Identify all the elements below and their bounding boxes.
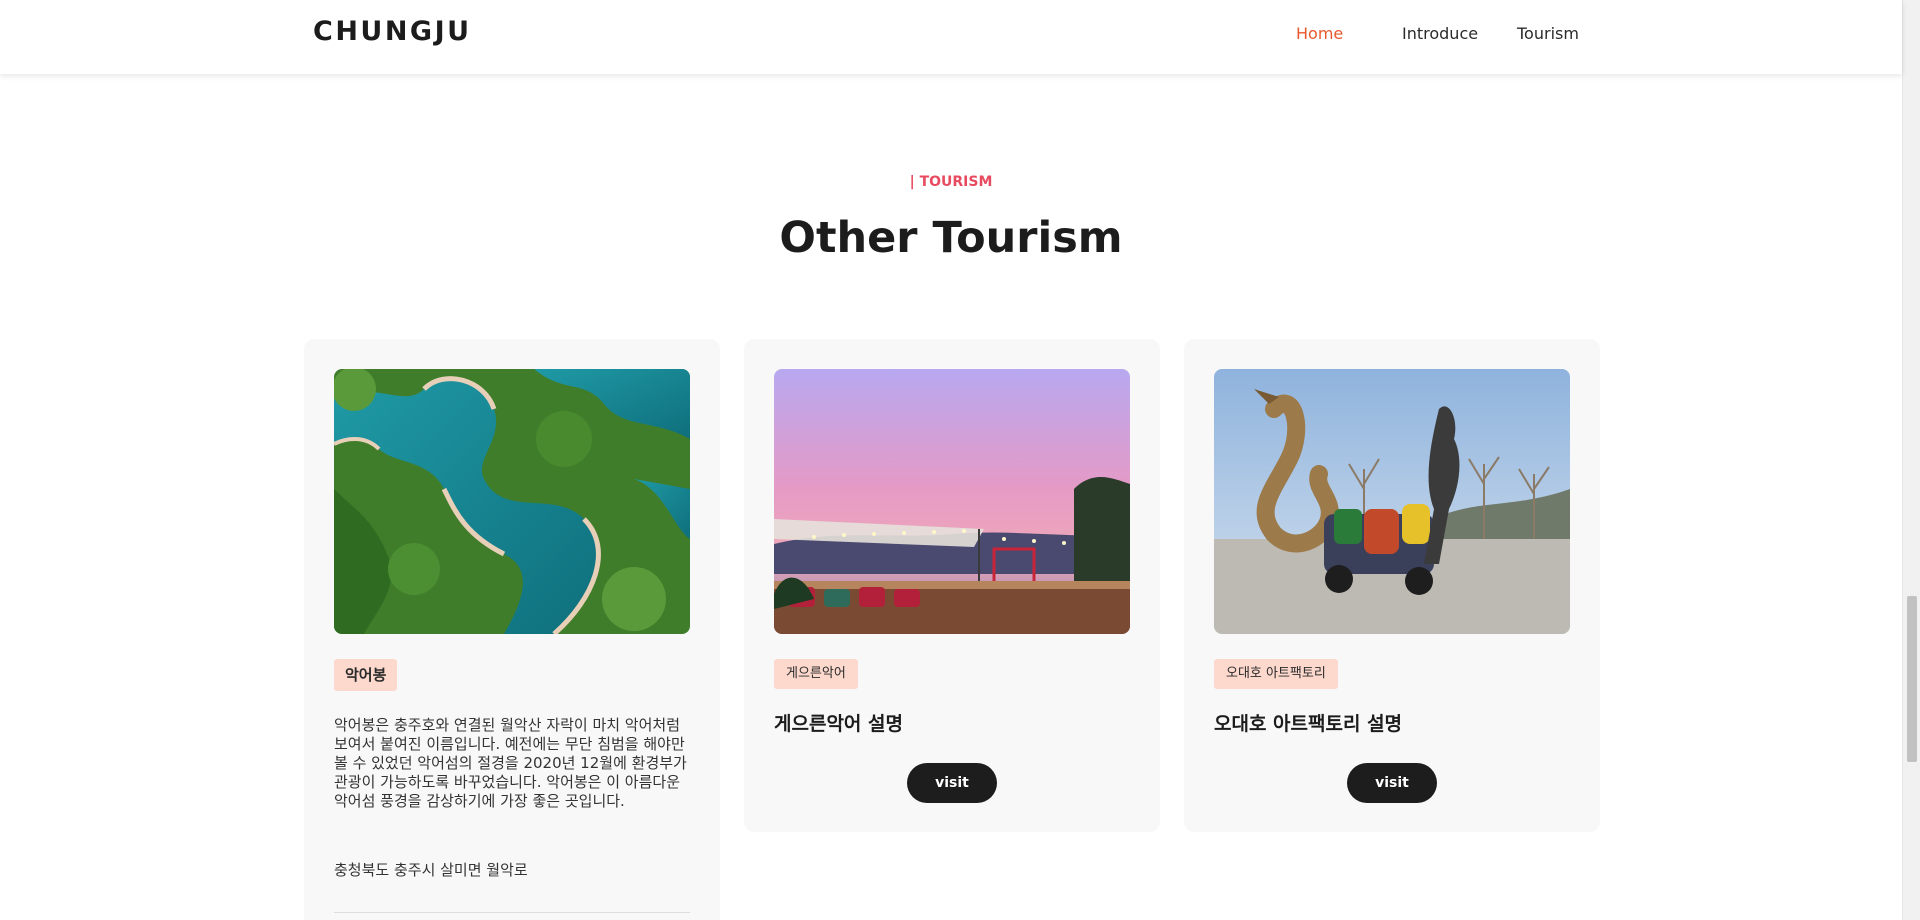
tourism-card: 게으른악어 게으른악어 설명 visit xyxy=(744,339,1160,832)
card-title: 오대호 아트팩토리 설명 xyxy=(1214,713,1403,735)
card-image xyxy=(774,369,1130,634)
card-tag: 오대호 아트팩토리 xyxy=(1214,659,1338,689)
site-logo[interactable]: CHUNGJU xyxy=(313,16,472,47)
card-tag: 악어봉 xyxy=(334,659,398,691)
card-divider xyxy=(334,912,690,913)
card-title: 게으른악어 설명 xyxy=(774,713,903,735)
site-header: CHUNGJU Home Introduce Tourism xyxy=(0,0,1902,74)
section-title: Other Tourism xyxy=(779,213,1123,263)
tourism-card: 악어봉 악어봉은 충주호와 연결된 월악산 자락이 마치 악어처럼 보여서 붙여… xyxy=(304,339,720,920)
tourism-card: 오대호 아트팩토리 오대호 아트팩토리 설명 visit xyxy=(1184,339,1600,832)
card-image xyxy=(1214,369,1570,634)
nav-link-introduce[interactable]: Introduce xyxy=(1402,24,1478,43)
section-eyebrow: | TOURISM xyxy=(909,174,993,190)
card-address: 충청북도 충주시 살미면 월악로 xyxy=(334,861,528,879)
aerial-lake-photo xyxy=(334,369,690,634)
sunset-terrace-photo xyxy=(774,369,1130,634)
visit-button[interactable]: visit xyxy=(1347,763,1437,803)
page-scrollbar[interactable] xyxy=(1902,0,1920,920)
nav-link-tourism[interactable]: Tourism xyxy=(1517,24,1579,43)
page: CHUNGJU Home Introduce Tourism | TOURISM… xyxy=(0,0,1920,920)
card-image xyxy=(334,369,690,634)
scrollbar-thumb[interactable] xyxy=(1907,596,1917,762)
nav-link-home[interactable]: Home xyxy=(1296,24,1343,43)
dragon-sculpture-photo xyxy=(1214,369,1570,634)
card-tag: 게으른악어 xyxy=(774,659,858,689)
visit-button[interactable]: visit xyxy=(907,763,997,803)
card-description: 악어봉은 충주호와 연결된 월악산 자락이 마치 악어처럼 보여서 붙여진 이름… xyxy=(334,716,687,810)
